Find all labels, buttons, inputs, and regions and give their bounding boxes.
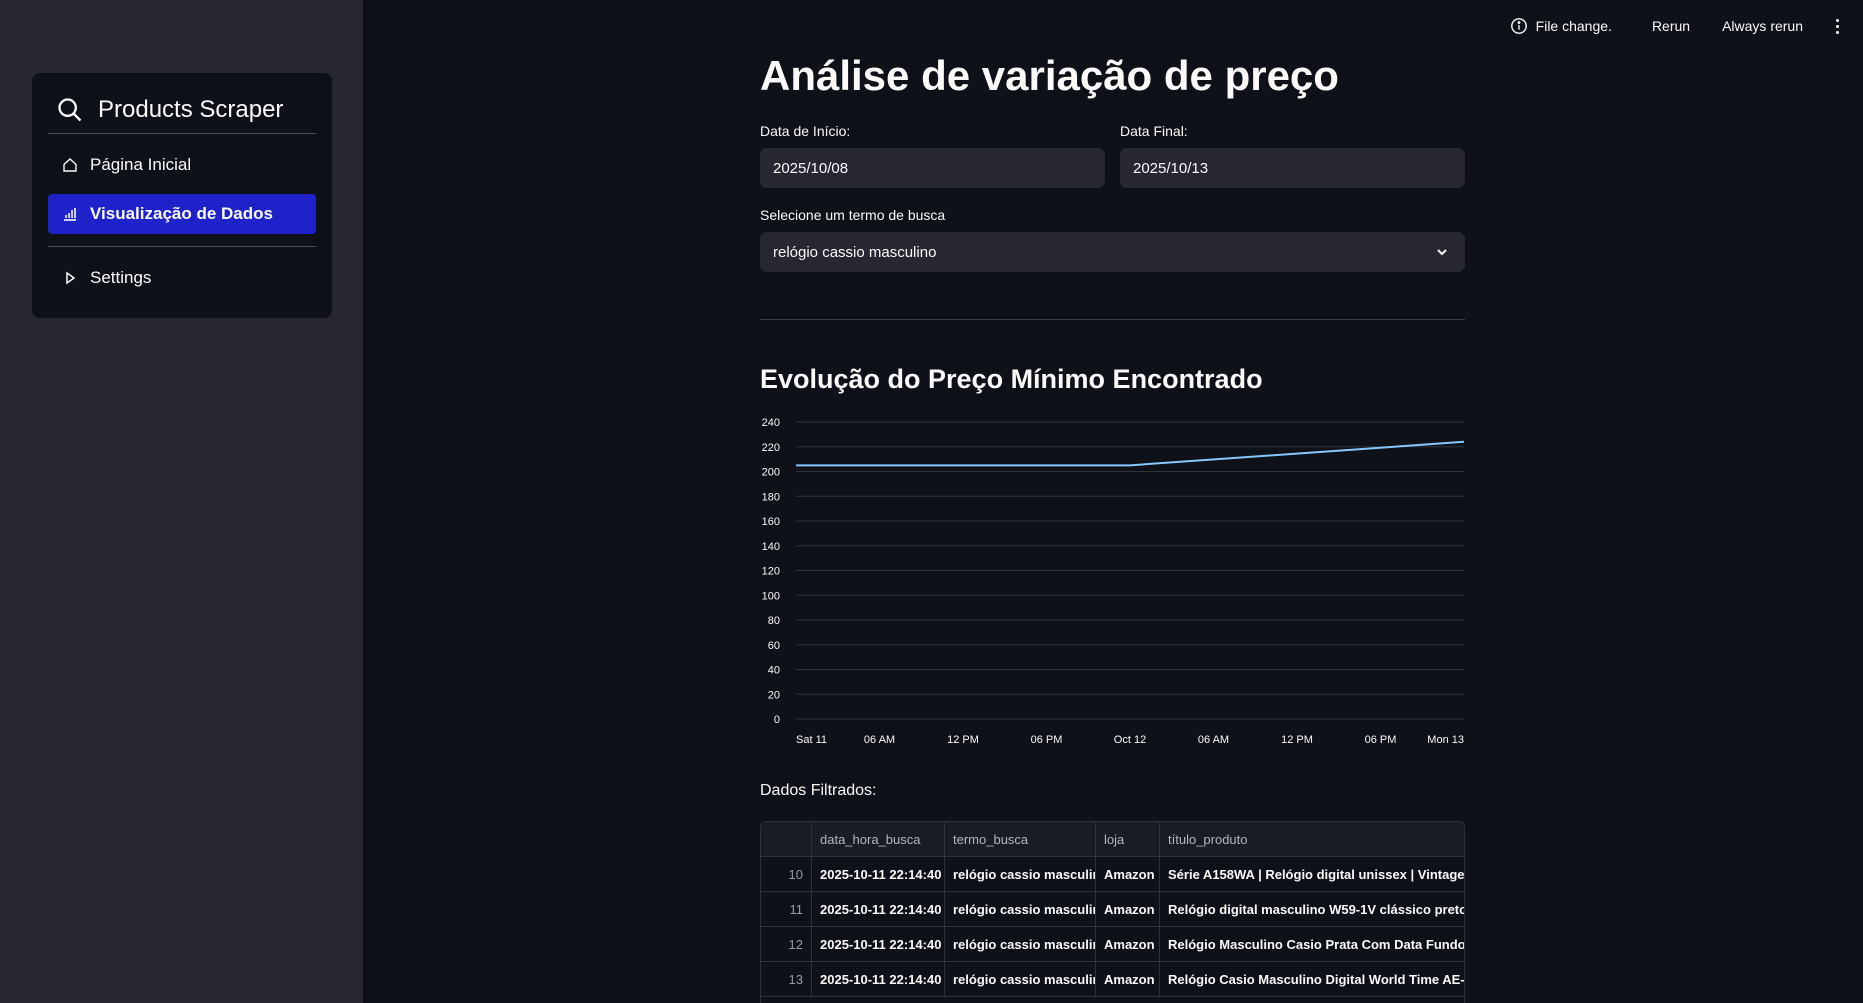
table-cell[interactable]: relógio cassio masculino: [945, 892, 1096, 926]
table-cell[interactable]: 2025-10-11 22:14:40: [812, 962, 945, 996]
column-header[interactable]: loja: [1096, 822, 1160, 856]
table-cell[interactable]: 2025-10-11 22:14:40: [812, 927, 945, 961]
x-tick-label: 06 AM: [1198, 734, 1229, 746]
x-tick-label: 12 PM: [1281, 734, 1313, 746]
menu-header: Products Scraper: [56, 88, 283, 132]
y-tick-label: 240: [762, 417, 780, 429]
table-row[interactable]: 10 2025-10-11 22:14:40 relógio cassio masc…: [761, 857, 1464, 892]
y-tick-label: 180: [762, 491, 780, 503]
row-index: 10: [761, 857, 812, 891]
play-icon: [66, 271, 76, 285]
column-header[interactable]: termo_busca: [945, 822, 1096, 856]
table-cell[interactable]: Amazon: [1096, 927, 1160, 961]
y-tick-label: 200: [762, 467, 780, 479]
price-series-line: [796, 440, 1465, 467]
table-cell[interactable]: Amazon: [1096, 962, 1160, 996]
table-cell[interactable]: relógio cassio masculino: [945, 857, 1096, 891]
row-index: 13: [761, 962, 812, 996]
table-cell[interactable]: 2025-10-11 22:14:40: [812, 892, 945, 926]
column-header[interactable]: data_hora_busca: [812, 822, 945, 856]
page-title: Análise de variação de preço: [760, 52, 1339, 99]
x-tick-label: 12 PM: [947, 734, 979, 746]
sidebar-item-label: Visualização de Dados: [90, 204, 273, 223]
row-index: 11: [761, 892, 812, 926]
x-tick-label: Oct 12: [1114, 734, 1146, 746]
search-term-label: Selecione um termo de busca: [760, 207, 946, 223]
y-tick-label: 100: [762, 590, 780, 602]
column-header[interactable]: [761, 822, 812, 856]
file-change-status: File change.: [1510, 17, 1612, 35]
sidebar-item-data-visualization[interactable]: Visualização de Dados: [48, 194, 316, 234]
table-row[interactable]: 13 2025-10-11 22:14:40 relógio cassio masc…: [761, 962, 1464, 997]
table-cell[interactable]: Série A158WA | Relógio digital unissex |…: [1160, 857, 1464, 891]
start-date-input[interactable]: 2025/10/08: [760, 148, 1105, 188]
status-text: File change.: [1535, 18, 1612, 34]
rerun-button[interactable]: Rerun: [1636, 14, 1706, 38]
home-icon: [63, 158, 77, 172]
table-label: Dados Filtrados:: [760, 782, 877, 799]
y-tick-label: 60: [768, 640, 780, 652]
app-title: Products Scraper: [98, 96, 284, 123]
table-cell[interactable]: Relógio Masculino Casio Prata Com Data F…: [1160, 927, 1464, 961]
chevron-down-icon: [1437, 249, 1447, 256]
section-divider: [760, 319, 1465, 320]
x-tick-label: Mon 13: [1427, 734, 1464, 746]
x-tick-label: Sat 11: [796, 734, 827, 746]
table-cell[interactable]: relógio cassio masculino: [945, 962, 1096, 996]
sidebar-item-home[interactable]: Página Inicial: [48, 145, 316, 185]
navigation-menu: Products Scraper Página Inicial Visualiz…: [32, 73, 332, 318]
table-row[interactable]: 11 2025-10-11 22:14:40 relógio cassio masc…: [761, 892, 1464, 927]
y-tick-label: 0: [774, 714, 780, 726]
always-rerun-button[interactable]: Always rerun: [1706, 14, 1819, 38]
column-header[interactable]: título_produto: [1160, 822, 1464, 856]
sidebar: Products Scraper Página Inicial Visualiz…: [0, 0, 363, 1003]
search-term-select[interactable]: relógio cassio masculino: [760, 232, 1465, 272]
sidebar-item-settings[interactable]: Settings: [48, 258, 316, 298]
y-tick-label: 220: [762, 442, 780, 454]
table-header: data_hora_busca termo_busca loja título_pro…: [761, 822, 1464, 857]
table-cell[interactable]: Amazon: [1096, 892, 1160, 926]
y-tick-label: 20: [768, 689, 780, 701]
y-tick-label: 120: [762, 566, 780, 578]
info-icon: [1510, 18, 1527, 34]
end-date-input[interactable]: 2025/10/13: [1120, 148, 1465, 188]
start-date-label: Data de Início:: [760, 123, 851, 139]
search-icon: [58, 98, 82, 122]
sidebar-item-label: Settings: [90, 268, 152, 287]
bar-chart-icon: [64, 208, 76, 221]
sidebar-item-label: Página Inicial: [90, 155, 192, 174]
more-options-icon[interactable]: [1825, 15, 1849, 38]
chart-title: Evolução do Preço Mínimo Encontrado: [760, 364, 1263, 394]
search-term-value: relógio cassio masculino: [773, 243, 937, 261]
table-cell[interactable]: 2025-10-11 22:14:40: [812, 857, 945, 891]
table-row[interactable]: 12 2025-10-11 22:14:40 relógio cassio masc…: [761, 927, 1464, 962]
x-tick-label: 06 PM: [1031, 734, 1063, 746]
table-cell[interactable]: Relógio digital masculino W59-1V clássic…: [1160, 892, 1464, 926]
table-cell[interactable]: relógio cassio masculino: [945, 927, 1096, 961]
table-cell[interactable]: Amazon: [1096, 857, 1160, 891]
y-tick-label: 80: [768, 615, 780, 627]
menu-divider: [48, 246, 316, 247]
table-cell[interactable]: Relógio Casio Masculino Digital World Ti…: [1160, 962, 1464, 996]
filtered-data-table[interactable]: data_hora_busca termo_busca loja título_pro…: [760, 821, 1465, 1003]
y-tick-label: 40: [768, 665, 780, 677]
end-date-label: Data Final:: [1120, 123, 1188, 139]
app-toolbar: File change. Rerun Always rerun: [1510, 14, 1849, 38]
x-tick-label: 06 PM: [1365, 734, 1397, 746]
row-index: 12: [761, 927, 812, 961]
x-tick-label: 06 AM: [864, 734, 895, 746]
y-tick-label: 140: [762, 541, 780, 553]
price-line-chart: 0 20 40 60 80 100 120 140 160 180 200 220 240 Sat 11 0…: [762, 417, 1465, 746]
menu-divider: [48, 133, 316, 134]
y-tick-label: 160: [762, 516, 780, 528]
